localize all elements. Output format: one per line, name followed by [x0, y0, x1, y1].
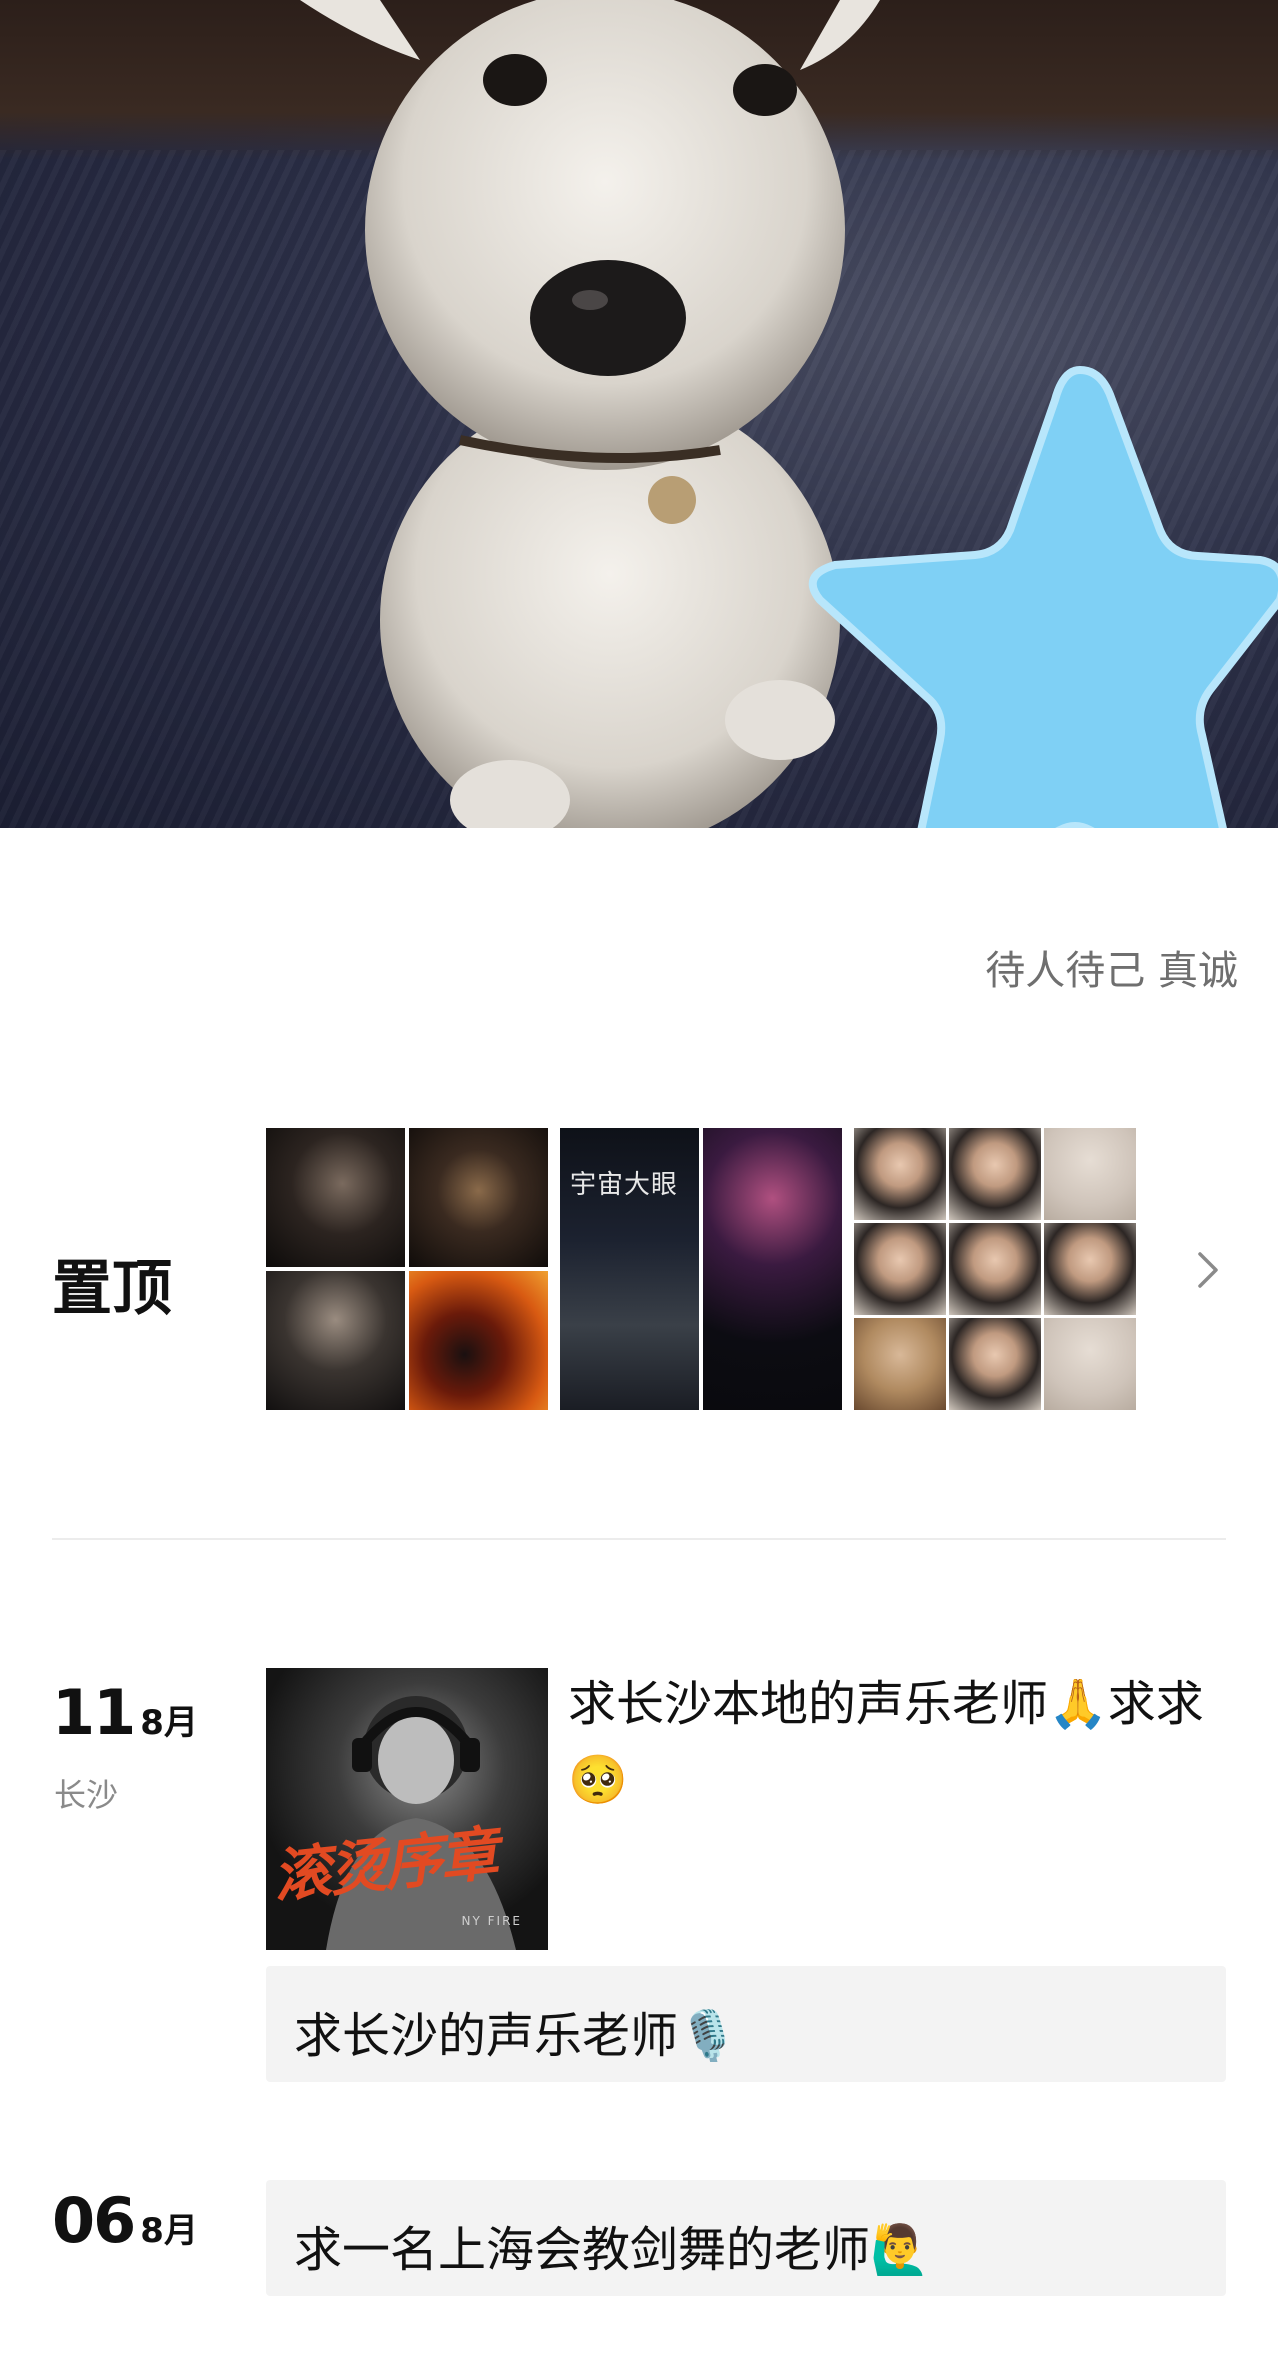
post-image[interactable]: 滚烫序章 NY FIRE: [266, 1668, 548, 1950]
pinned-photo: [854, 1128, 946, 1220]
cover-photo[interactable]: [0, 0, 1278, 828]
pinned-photo: [949, 1223, 1041, 1315]
repost-bubble[interactable]: 求一名上海会教剑舞的老师🙋‍♂️: [266, 2180, 1226, 2296]
pinned-photo: [949, 1318, 1041, 1410]
post-date: 11 8月: [52, 1676, 198, 1749]
pinned-photo: [266, 1128, 405, 1267]
post-day: 11: [52, 1676, 136, 1749]
post-date: 06 8月: [52, 2184, 198, 2257]
pinned-thumbnail-3[interactable]: [854, 1128, 1136, 1410]
post-month: 8月: [140, 1703, 198, 1743]
pinned-thumbnail-1[interactable]: [266, 1128, 548, 1410]
post-month: 8月: [140, 2211, 198, 2251]
section-divider: [52, 1538, 1226, 1540]
pinned-photo: [266, 1271, 405, 1410]
pinned-photo: [409, 1271, 548, 1410]
pinned-label: 置顶: [52, 1254, 172, 1324]
pinned-photo: [1044, 1318, 1136, 1410]
post-day: 06: [52, 2184, 136, 2257]
star-sticker-icon: [808, 365, 1278, 828]
repost-text: 求一名上海会教剑舞的老师🙋‍♂️: [294, 2222, 930, 2278]
pinned-photo: [1044, 1128, 1136, 1220]
album-poster-title: 宇宙大眼: [570, 1170, 679, 1200]
chevron-right-icon[interactable]: [1190, 1248, 1226, 1292]
pinned-photo: [409, 1128, 548, 1267]
post-location: 长沙: [54, 1776, 119, 1814]
post-image-subtitle: NY FIRE: [461, 1914, 522, 1928]
pinned-photo: [854, 1318, 946, 1410]
album-poster: 宇宙大眼: [560, 1128, 699, 1410]
repost-text: 求长沙的声乐老师🎙️: [294, 2008, 738, 2064]
repost-bubble[interactable]: 求长沙的声乐老师🎙️: [266, 1966, 1226, 2082]
pinned-photo: [1044, 1223, 1136, 1315]
profile-signature: 待人待己 真诚: [985, 948, 1238, 994]
pinned-photo: [949, 1128, 1041, 1220]
album-poster-back: [703, 1128, 842, 1410]
pinned-thumbnail-2[interactable]: 宇宙大眼: [560, 1128, 842, 1410]
post-text[interactable]: 求长沙本地的声乐老师🙏求求🥺: [568, 1666, 1218, 1818]
pinned-photo: [854, 1223, 946, 1315]
